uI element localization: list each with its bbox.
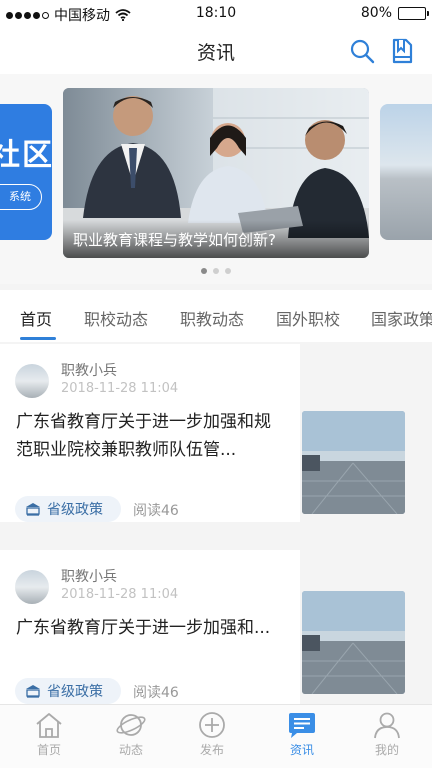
pager-dot xyxy=(225,268,231,274)
tab-vocational-news[interactable]: 职教动态 xyxy=(180,306,244,330)
nav-home-label: 首页 xyxy=(36,743,61,757)
article-thumbnail[interactable] xyxy=(302,411,405,514)
thumbnail-image xyxy=(302,411,405,514)
banner-prev-text: 社区 xyxy=(0,138,52,173)
banner-slide-next[interactable] xyxy=(380,104,432,240)
category-tabs: 首页 职校动态 职教动态 国外职校 国家政策 xyxy=(0,290,432,342)
banner-pager xyxy=(0,268,432,274)
nav-news[interactable]: 资讯 xyxy=(272,711,332,758)
tab-foreign-schools[interactable]: 国外职校 xyxy=(276,306,340,330)
tab-school-news[interactable]: 职校动态 xyxy=(84,306,148,330)
battery-percent: 80% xyxy=(360,5,392,21)
article-date: 2018-11-28 11:04 xyxy=(61,381,179,396)
status-right: 80% xyxy=(360,5,429,21)
policy-badge-icon xyxy=(26,685,40,698)
nav-post-label: 发布 xyxy=(199,743,224,757)
article-title[interactable]: 广东省教育厅关于进一步加强和... xyxy=(16,614,284,642)
status-bar: 中国移动 18:10 80% xyxy=(0,0,432,28)
news-icon xyxy=(289,713,315,738)
search-icon[interactable] xyxy=(349,38,375,64)
user-icon xyxy=(374,712,400,739)
nav-profile[interactable]: 我的 xyxy=(357,711,417,758)
pager-dot xyxy=(213,268,219,274)
plus-circle-icon xyxy=(199,712,225,738)
article-tag-label: 省级政策 xyxy=(47,684,103,700)
avatar xyxy=(15,570,49,604)
avatar xyxy=(15,364,49,398)
article-author: 职教小兵 xyxy=(61,363,117,379)
book-icon[interactable] xyxy=(389,37,415,65)
banner-slide-current[interactable]: 职业教育课程与教学如何创新? xyxy=(63,88,369,258)
article-read-count: 阅读46 xyxy=(133,685,179,701)
article-date: 2018-11-28 11:04 xyxy=(61,587,179,602)
article-read-count: 阅读46 xyxy=(133,503,179,519)
article-card[interactable]: 职教小兵 2018-11-28 11:04 广东省教育厅关于进一步加强和规范职业… xyxy=(0,344,300,522)
nav-post[interactable]: 发布 xyxy=(182,711,242,758)
tab-national-policy[interactable]: 国家政策 xyxy=(371,306,432,330)
home-icon xyxy=(36,713,62,738)
nav-news-label: 资讯 xyxy=(289,743,314,757)
banner-caption: 职业教育课程与教学如何创新? xyxy=(63,220,369,258)
banner-carousel[interactable]: 社区 系统 职业教育课程与教学如何创新? xyxy=(0,74,432,284)
app-header: 资讯 xyxy=(0,28,432,74)
article-thumbnail[interactable] xyxy=(302,591,405,694)
planet-icon xyxy=(116,714,146,736)
nav-feed-label: 动态 xyxy=(118,743,143,757)
article-card[interactable]: 职教小兵 2018-11-28 11:04 广东省教育厅关于进一步加强和... … xyxy=(0,550,300,704)
tab-active-indicator xyxy=(20,337,56,340)
nav-home[interactable]: 首页 xyxy=(19,711,79,758)
nav-profile-label: 我的 xyxy=(374,743,399,757)
bottom-nav: 首页 动态 发布 资讯 我的 xyxy=(0,704,432,768)
article-feed[interactable]: 职教小兵 2018-11-28 11:04 广东省教育厅关于进一步加强和规范职业… xyxy=(0,344,432,704)
article-tag[interactable]: 省级政策 xyxy=(15,496,121,522)
policy-badge-icon xyxy=(26,503,40,516)
article-author: 职教小兵 xyxy=(61,569,117,585)
pager-dot xyxy=(201,268,207,274)
banner-slide-prev[interactable]: 社区 系统 xyxy=(0,104,52,240)
article-tag-label: 省级政策 xyxy=(47,502,103,518)
article-tag[interactable]: 省级政策 xyxy=(15,678,121,704)
thumbnail-image xyxy=(302,591,405,694)
battery-icon xyxy=(398,6,429,20)
nav-feed[interactable]: 动态 xyxy=(101,711,161,758)
banner-prev-pill: 系统 xyxy=(0,184,42,210)
tab-home[interactable]: 首页 xyxy=(20,306,52,330)
article-title[interactable]: 广东省教育厅关于进一步加强和规范职业院校兼职教师队伍管... xyxy=(16,408,284,464)
